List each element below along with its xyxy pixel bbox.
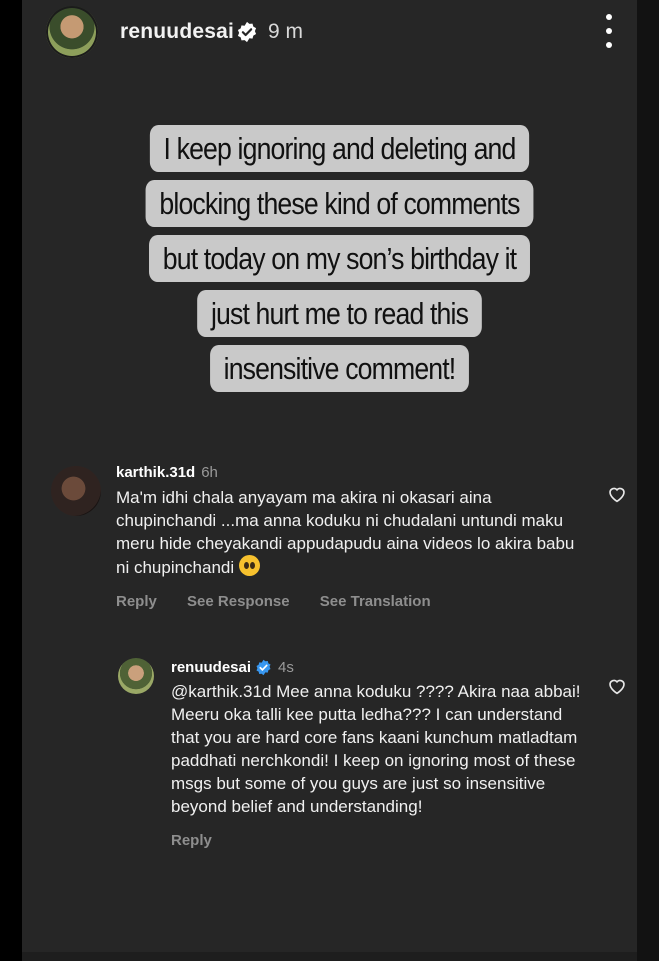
- story-text-line: but today on my son’s birthday it: [148, 235, 530, 282]
- bottom-edge: [22, 952, 637, 961]
- heart-icon[interactable]: [607, 485, 627, 503]
- comment-time: 6h: [201, 464, 218, 481]
- story-text-line: just hurt me to read this: [197, 290, 482, 337]
- heart-icon[interactable]: [607, 677, 627, 695]
- commenter-avatar[interactable]: [51, 466, 101, 516]
- reply-avatar[interactable]: [118, 658, 154, 694]
- reply-text: @karthik.31d Mee anna koduku ???? Akira …: [171, 682, 581, 816]
- story-text-line: I keep ignoring and deleting and: [149, 125, 530, 172]
- see-response-button[interactable]: See Response: [187, 593, 290, 610]
- story-header: renuudesai 9 m: [22, 0, 637, 70]
- story-text-line: insensitive comment!: [209, 345, 470, 392]
- comment-actions: Reply See Response See Translation: [116, 593, 586, 610]
- story-text-overlay: I keep ignoring and deleting and blockin…: [132, 121, 547, 396]
- more-options-icon[interactable]: [602, 14, 616, 48]
- verified-badge-icon: [256, 659, 271, 676]
- reply-actions: Reply: [171, 832, 591, 849]
- story-time: 9 m: [268, 20, 304, 43]
- story-username[interactable]: renuudesai: [120, 20, 234, 44]
- see-translation-button[interactable]: See Translation: [320, 593, 431, 610]
- reply-button[interactable]: Reply: [116, 593, 157, 610]
- comment-body: karthik.31d 6h Ma'm idhi chala anyayam ma…: [116, 464, 586, 610]
- reply-time: 4s: [278, 659, 294, 676]
- reply-username[interactable]: renuudesai: [171, 659, 251, 676]
- avatar[interactable]: [46, 6, 98, 58]
- comment-text: Ma'm idhi chala anyayam ma akira ni okas…: [116, 486, 586, 579]
- screen-edge: [637, 0, 659, 961]
- pleading-face-emoji: [238, 555, 260, 576]
- comment-text-content: Ma'm idhi chala anyayam ma akira ni okas…: [116, 488, 575, 577]
- reply-button[interactable]: Reply: [171, 832, 212, 849]
- commenter-username[interactable]: karthik.31d: [116, 464, 195, 481]
- verified-badge-icon: [237, 21, 257, 43]
- story-text-line: blocking these kind of comments: [145, 180, 534, 227]
- reply-body: renuudesai 4s @karthik.31d Mee anna kodu…: [171, 659, 591, 849]
